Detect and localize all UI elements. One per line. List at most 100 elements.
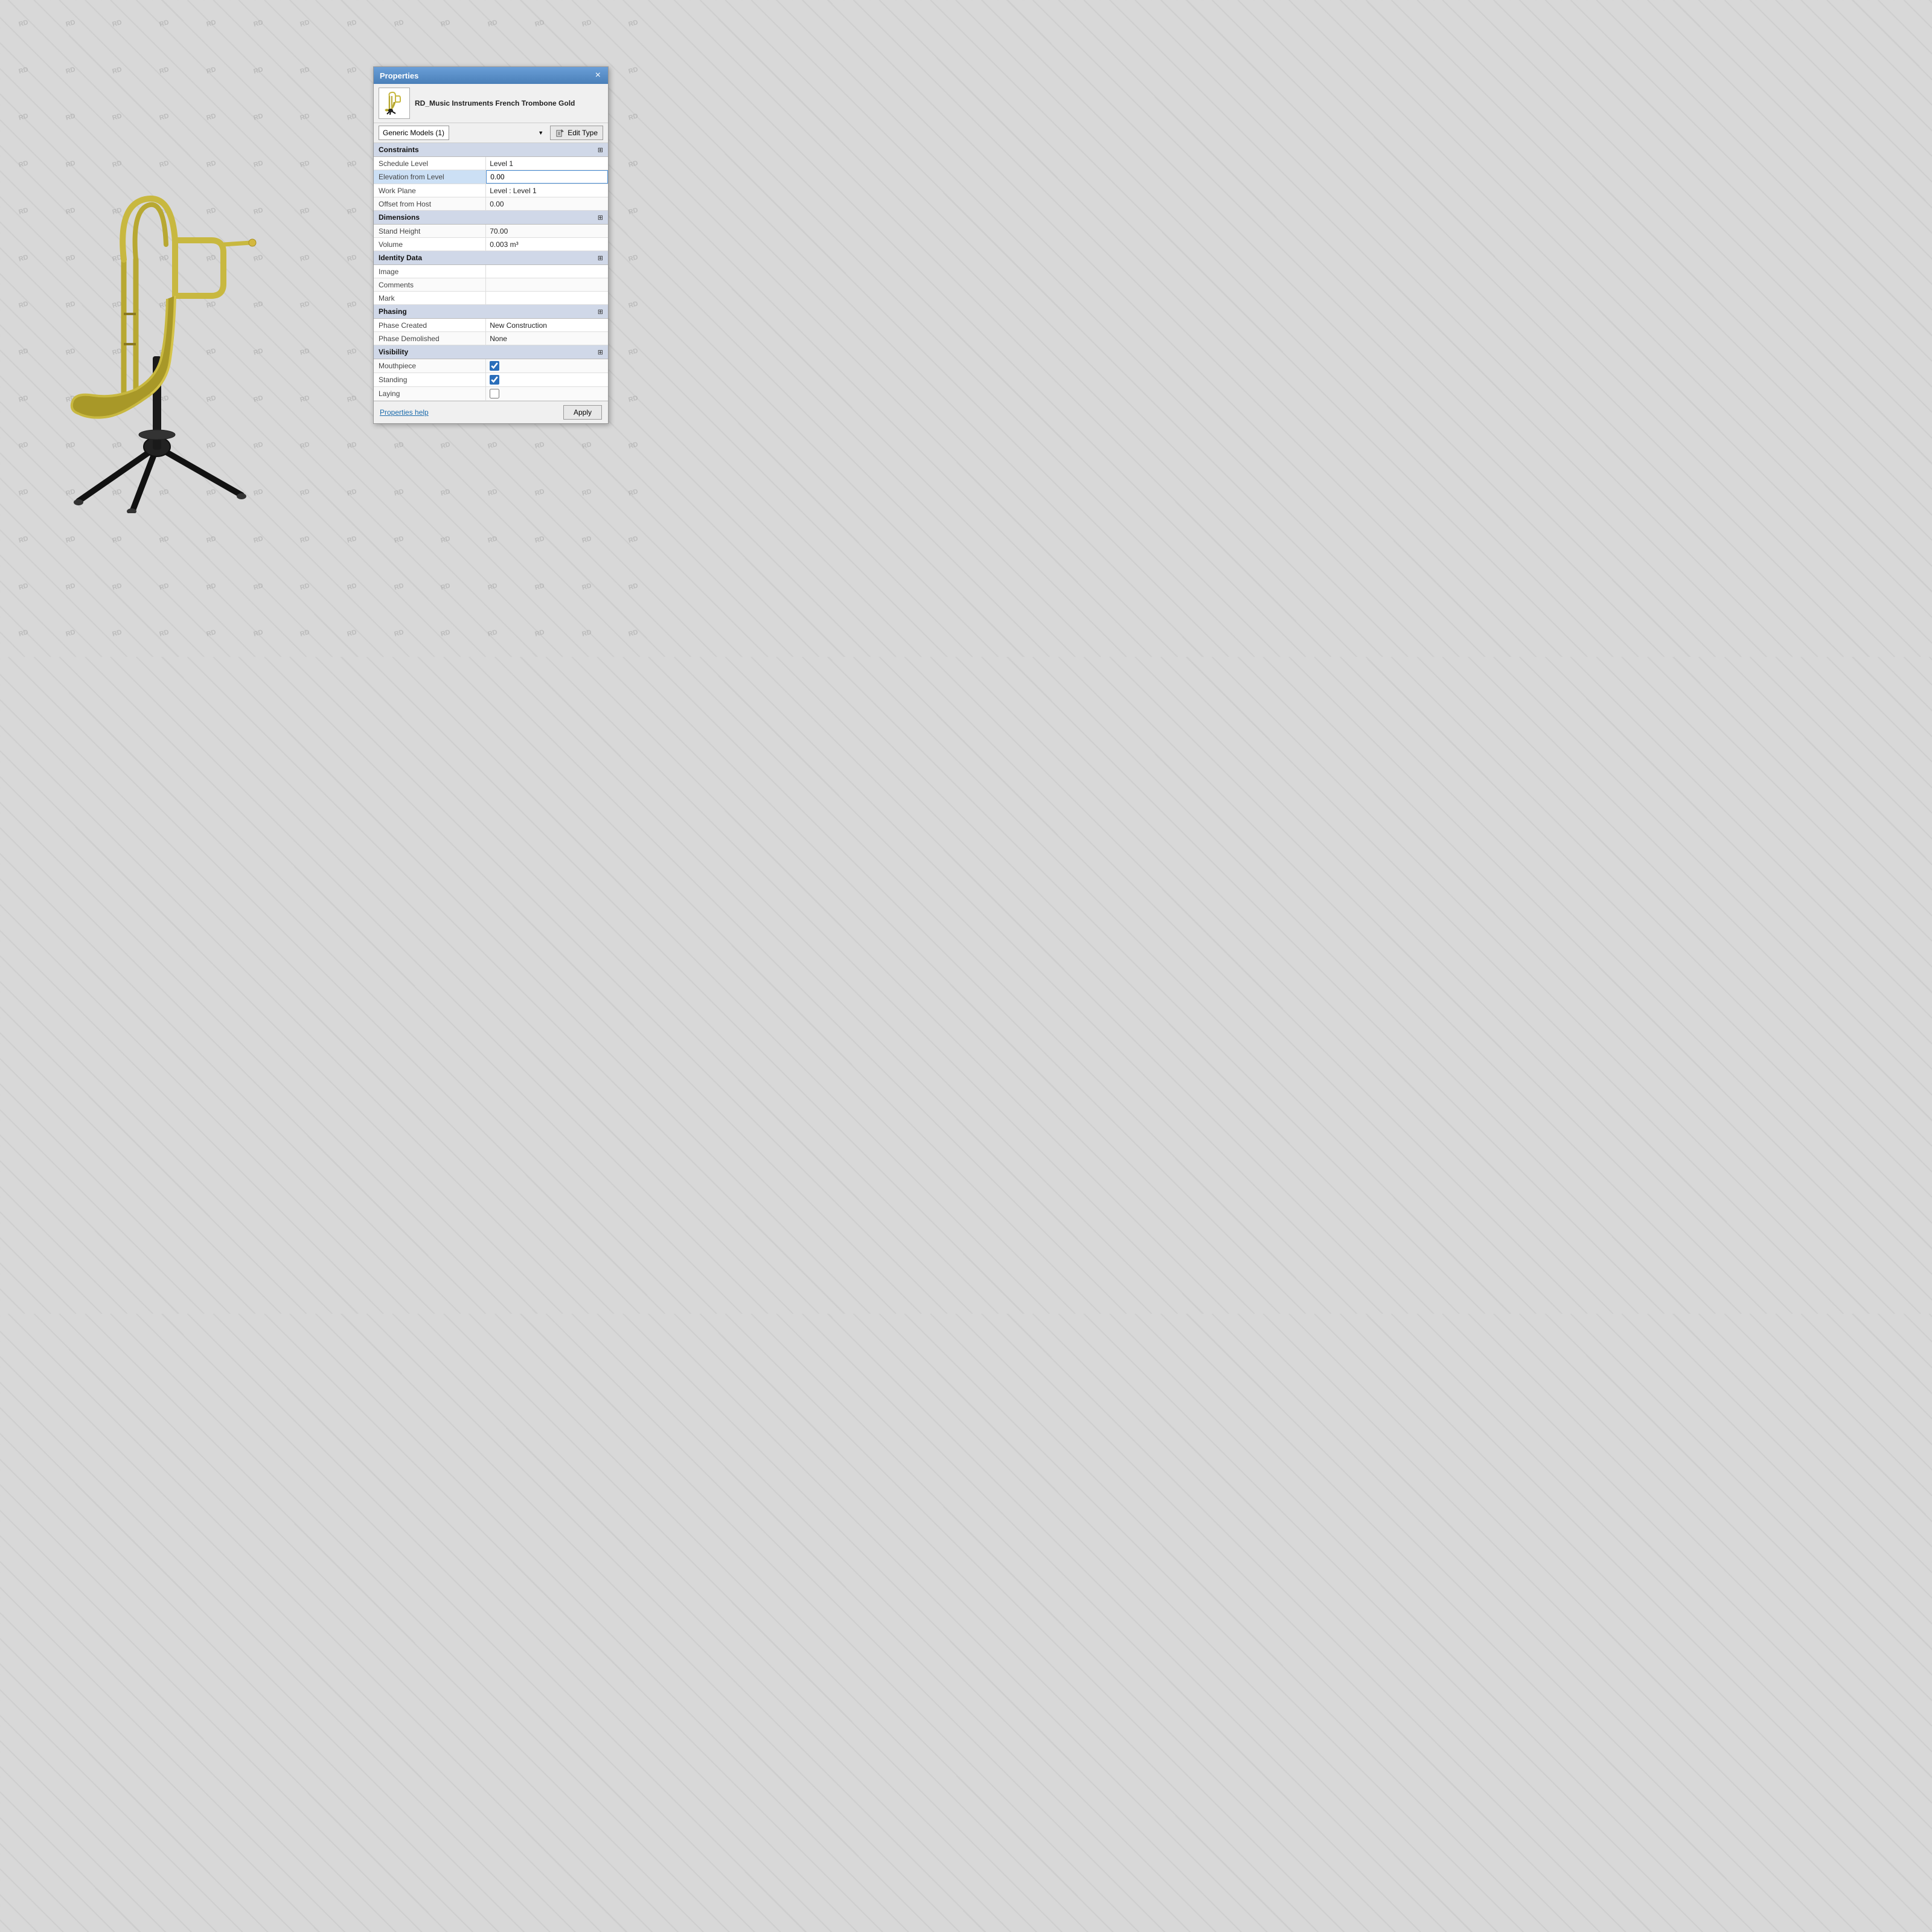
properties-help-link[interactable]: Properties help — [380, 408, 429, 417]
watermark-cell: RD — [370, 417, 427, 475]
watermark-cell: RD — [323, 277, 380, 334]
prop-value-dimensions-0: 70.00 — [486, 225, 608, 237]
watermark-cell: RD — [135, 511, 193, 568]
watermark-cell: RD — [89, 42, 146, 99]
watermark-cell: RD — [511, 0, 568, 52]
watermark-cell: RD — [370, 511, 427, 568]
watermark-cell: RD — [417, 558, 475, 615]
prop-value-dimensions-1: 0.003 m³ — [486, 238, 608, 251]
panel-close-button[interactable]: × — [594, 71, 602, 80]
watermark-cell: RD — [89, 0, 146, 52]
prop-value-identity_data-1 — [486, 278, 608, 291]
watermark-cell: RD — [605, 135, 662, 193]
prop-label-identity_data-2: Mark — [374, 292, 486, 304]
watermark-cell: RD — [370, 0, 427, 52]
watermark-cell: RD — [135, 89, 193, 146]
prop-value-visibility-0[interactable] — [486, 359, 608, 373]
section-collapse-dimensions[interactable]: ⊞ — [598, 214, 603, 222]
watermark-cell: RD — [42, 558, 99, 615]
prop-label-phasing-0: Phase Created — [374, 319, 486, 331]
watermark-cell: RD — [464, 0, 521, 52]
watermark-cell: RD — [42, 89, 99, 146]
watermark-cell: RD — [229, 42, 287, 99]
watermark-cell: RD — [0, 42, 52, 99]
panel-titlebar: Properties × — [374, 67, 608, 84]
watermark-cell: RD — [323, 417, 380, 475]
watermark-cell: RD — [0, 605, 52, 662]
section-collapse-visibility[interactable]: ⊞ — [598, 348, 603, 356]
properties-panel: Properties × RD_Music Instruments French… — [373, 66, 609, 424]
prop-label-constraints-0: Schedule Level — [374, 157, 486, 170]
prop-value-identity_data-0 — [486, 265, 608, 278]
panel-title: Properties — [380, 71, 418, 80]
prop-row-constraints-2: Work PlaneLevel : Level 1 — [374, 184, 608, 197]
watermark-cell: RD — [417, 605, 475, 662]
watermark-cell: RD — [0, 558, 52, 615]
watermark-cell: RD — [323, 558, 380, 615]
prop-value-constraints-1[interactable] — [486, 170, 608, 184]
watermark-cell: RD — [182, 511, 240, 568]
watermark-cell: RD — [417, 0, 475, 52]
prop-value-constraints-2: Level : Level 1 — [486, 184, 608, 197]
prop-value-visibility-2[interactable] — [486, 387, 608, 400]
prop-row-visibility-0: Mouthpiece — [374, 359, 608, 373]
prop-row-phasing-1: Phase DemolishedNone — [374, 332, 608, 345]
watermark-cell: RD — [229, 558, 287, 615]
watermark-cell: RD — [229, 89, 287, 146]
watermark-cell: RD — [558, 558, 615, 615]
watermark-cell: RD — [605, 89, 662, 146]
watermark-cell: RD — [511, 558, 568, 615]
panel-footer: Properties help Apply — [374, 401, 608, 423]
watermark-cell: RD — [277, 0, 334, 52]
prop-label-dimensions-0: Stand Height — [374, 225, 486, 237]
checkbox-visibility-0[interactable] — [490, 361, 499, 371]
watermark-cell: RD — [370, 605, 427, 662]
prop-label-constraints-1: Elevation from Level — [374, 170, 486, 184]
section-collapse-phasing[interactable]: ⊞ — [598, 308, 603, 316]
watermark-cell: RD — [323, 323, 380, 380]
category-dropdown[interactable]: Generic Models (1) — [379, 126, 449, 140]
prop-row-constraints-0: Schedule LevelLevel 1 — [374, 157, 608, 170]
watermark-cell: RD — [135, 0, 193, 52]
item-thumbnail — [379, 88, 410, 119]
watermark-cell: RD — [323, 605, 380, 662]
watermark-cell: RD — [605, 417, 662, 475]
section-collapse-constraints[interactable]: ⊞ — [598, 146, 603, 154]
watermark-cell: RD — [605, 558, 662, 615]
watermark-cell: RD — [605, 42, 662, 99]
prop-label-dimensions-1: Volume — [374, 238, 486, 251]
watermark-cell: RD — [464, 417, 521, 475]
prop-row-identity_data-0: Image — [374, 265, 608, 278]
watermark-cell: RD — [605, 323, 662, 380]
watermark-cell: RD — [417, 464, 475, 521]
watermark-cell: RD — [277, 558, 334, 615]
watermark-cell: RD — [464, 511, 521, 568]
prop-value-visibility-1[interactable] — [486, 373, 608, 386]
prop-value-phasing-0: New Construction — [486, 319, 608, 331]
section-header-identity_data: Identity Data ⊞ — [374, 251, 608, 265]
section-label-identity_data: Identity Data — [379, 254, 422, 262]
watermark-cell: RD — [135, 42, 193, 99]
input-constraints-1[interactable] — [490, 173, 604, 181]
category-dropdown-wrapper[interactable]: Generic Models (1) — [379, 126, 546, 140]
section-label-visibility: Visibility — [379, 348, 408, 356]
watermark-cell: RD — [558, 0, 615, 52]
checkbox-visibility-2[interactable] — [490, 389, 499, 398]
prop-label-visibility-1: Standing — [374, 373, 486, 386]
watermark-cell: RD — [464, 605, 521, 662]
prop-label-phasing-1: Phase Demolished — [374, 332, 486, 345]
watermark-cell: RD — [89, 558, 146, 615]
watermark-cell: RD — [42, 42, 99, 99]
prop-value-constraints-0: Level 1 — [486, 157, 608, 170]
prop-label-visibility-2: Laying — [374, 387, 486, 400]
watermark-cell: RD — [511, 464, 568, 521]
apply-button[interactable]: Apply — [563, 405, 602, 420]
checkbox-visibility-1[interactable] — [490, 375, 499, 385]
watermark-cell: RD — [605, 277, 662, 334]
edit-type-button[interactable]: Edit Type — [550, 126, 603, 140]
section-collapse-identity_data[interactable]: ⊞ — [598, 254, 603, 262]
watermark-cell: RD — [42, 511, 99, 568]
watermark-cell: RD — [0, 511, 52, 568]
watermark-cell: RD — [605, 511, 662, 568]
prop-row-identity_data-2: Mark — [374, 292, 608, 305]
